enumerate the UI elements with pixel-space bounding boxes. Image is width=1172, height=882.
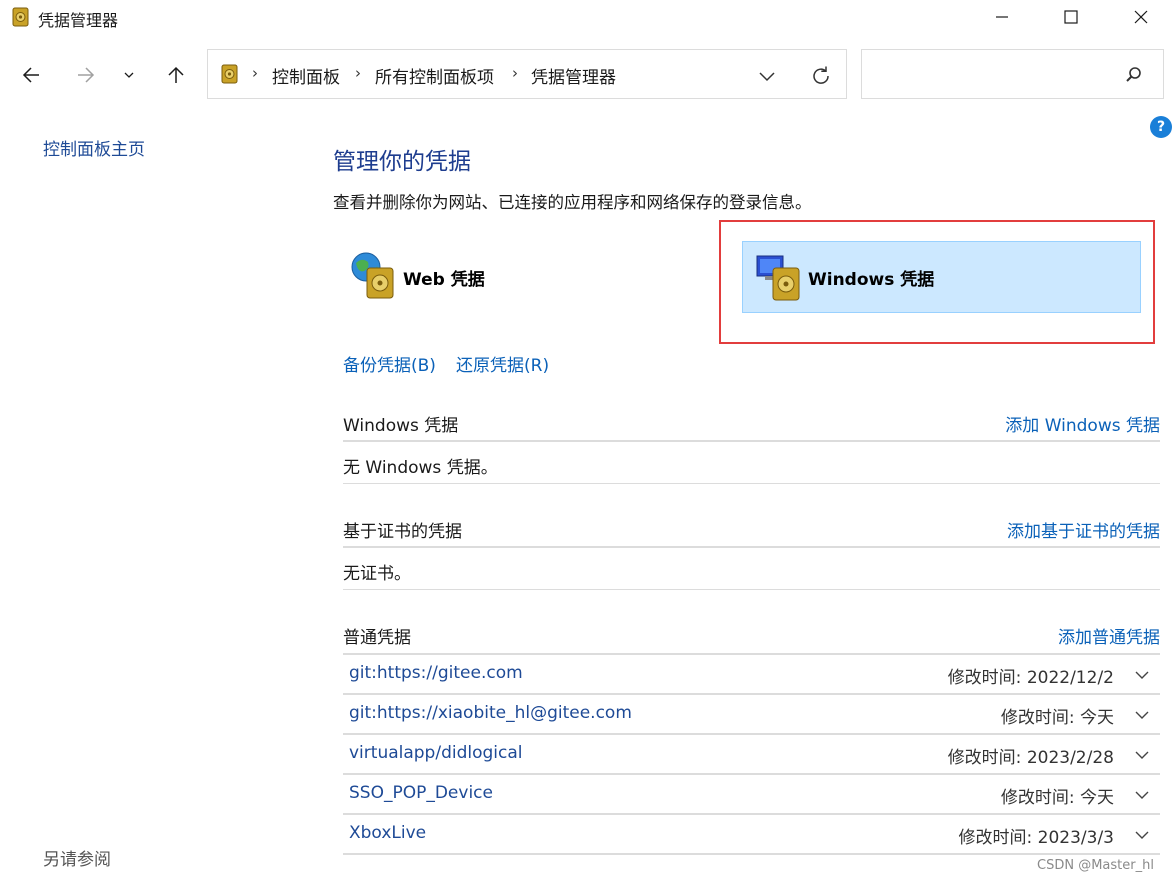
page-description: 查看并删除你为网站、已连接的应用程序和网络保存的登录信息。 <box>333 193 812 212</box>
certificate-credentials-empty-text: 无证书。 <box>343 564 411 584</box>
expand-credential-button[interactable] <box>1132 665 1152 685</box>
maximize-icon <box>1064 10 1078 24</box>
breadcrumb-separator-icon: › <box>512 64 518 82</box>
credential-name[interactable]: virtualapp/didlogical <box>349 743 523 763</box>
forward-button[interactable] <box>71 60 101 90</box>
credential-modified: 修改时间: 今天 <box>1000 708 1114 728</box>
minimize-icon <box>996 16 1008 18</box>
expand-credential-button[interactable] <box>1132 785 1152 805</box>
credential-name[interactable]: git:https://gitee.com <box>349 663 523 683</box>
web-credentials-tab[interactable]: Web 凭据 <box>403 265 485 290</box>
section-divider <box>343 589 1160 590</box>
arrow-right-icon <box>78 67 95 83</box>
help-button[interactable]: ? <box>1150 116 1172 138</box>
chevron-down-icon <box>1135 831 1149 839</box>
address-dropdown-button[interactable] <box>755 64 779 88</box>
section-divider <box>343 653 1160 655</box>
add-certificate-credential-link[interactable]: 添加基于证书的凭据 <box>1007 517 1160 542</box>
breadcrumb-item[interactable]: 所有控制面板项 <box>375 63 494 88</box>
certificate-credentials-section-title: 基于证书的凭据 <box>343 522 462 542</box>
section-divider <box>343 440 1160 442</box>
search-input[interactable] <box>861 49 1164 99</box>
credential-modified: 修改时间: 2023/3/3 <box>958 828 1114 848</box>
breadcrumb-separator-icon: › <box>355 64 361 82</box>
breadcrumb-separator-icon: › <box>252 64 258 82</box>
add-windows-credential-link[interactable]: 添加 Windows 凭据 <box>1005 411 1160 436</box>
credential-modified: 修改时间: 2023/2/28 <box>947 748 1114 768</box>
generic-credentials-section-title: 普通凭据 <box>343 628 411 648</box>
section-divider <box>343 546 1160 548</box>
expand-credential-button[interactable] <box>1132 825 1152 845</box>
section-divider <box>343 483 1160 484</box>
up-button[interactable] <box>161 60 191 90</box>
credential-name[interactable]: XboxLive <box>349 823 426 843</box>
add-generic-credential-link[interactable]: 添加普通凭据 <box>1058 623 1160 648</box>
web-credentials-icon <box>349 250 401 302</box>
credential-vault-icon <box>12 7 30 27</box>
close-button[interactable] <box>1118 0 1164 34</box>
maximize-button[interactable] <box>1048 0 1094 34</box>
minimize-button[interactable] <box>979 0 1025 34</box>
arrow-up-icon <box>168 66 184 83</box>
refresh-button[interactable] <box>809 64 833 88</box>
search-icon <box>1126 67 1141 82</box>
chevron-down-icon <box>1135 751 1149 759</box>
back-button[interactable] <box>16 60 46 90</box>
windows-credentials-empty-text: 无 Windows 凭据。 <box>343 458 498 478</box>
row-divider <box>343 813 1160 815</box>
chevron-down-icon <box>759 72 775 82</box>
credential-modified: 修改时间: 2022/12/2 <box>947 668 1114 688</box>
see-also-heading: 另请参阅 <box>43 850 111 870</box>
search-button[interactable] <box>1124 65 1144 85</box>
windows-credentials-icon <box>755 252 807 304</box>
expand-credential-button[interactable] <box>1132 705 1152 725</box>
expand-credential-button[interactable] <box>1132 745 1152 765</box>
row-divider <box>343 773 1160 775</box>
recent-locations-button[interactable] <box>114 60 144 90</box>
page-title: 管理你的凭据 <box>333 149 471 175</box>
windows-credentials-tab[interactable]: Windows 凭据 <box>808 265 934 290</box>
chevron-down-icon <box>1135 711 1149 719</box>
credential-name[interactable]: git:https://xiaobite_hl@gitee.com <box>349 703 632 723</box>
credential-vault-icon <box>221 64 239 84</box>
watermark: CSDN @Master_hl <box>1037 858 1154 873</box>
row-divider <box>343 733 1160 735</box>
chevron-down-icon <box>124 72 134 78</box>
row-divider <box>343 693 1160 695</box>
breadcrumb-item[interactable]: 控制面板 <box>272 63 340 88</box>
restore-credentials-link[interactable]: 还原凭据(R) <box>456 351 549 376</box>
credential-modified: 修改时间: 今天 <box>1000 788 1114 808</box>
arrow-left-icon <box>22 67 39 83</box>
refresh-icon <box>813 66 829 84</box>
close-icon <box>1134 10 1148 24</box>
windows-credentials-section-title: Windows 凭据 <box>343 416 459 436</box>
control-panel-home-link[interactable]: 控制面板主页 <box>43 135 145 160</box>
window-title: 凭据管理器 <box>38 11 119 30</box>
chevron-down-icon <box>1135 671 1149 679</box>
credential-name[interactable]: SSO_POP_Device <box>349 783 493 803</box>
row-divider <box>343 853 1160 855</box>
help-icon: ? <box>1156 119 1166 135</box>
chevron-down-icon <box>1135 791 1149 799</box>
breadcrumb-item[interactable]: 凭据管理器 <box>531 63 616 88</box>
backup-credentials-link[interactable]: 备份凭据(B) <box>343 351 436 376</box>
